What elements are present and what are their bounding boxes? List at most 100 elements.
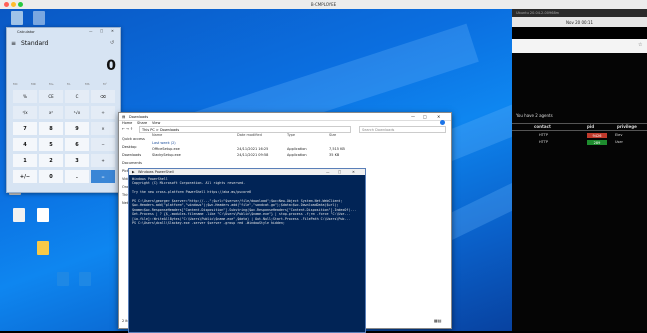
close-icon[interactable]: ✕ [111,29,114,33]
mem-subtract[interactable]: M- [67,82,71,86]
col-name[interactable]: Name [152,133,162,137]
digit-7-button[interactable]: 7 [13,122,37,135]
sqrt-button[interactable]: ²√x [65,106,89,119]
console-line: $name=$wc.ResponseHeaders["Content-Dispo… [132,207,357,212]
maximize-icon[interactable]: □ [100,29,103,33]
explorer-titlebar[interactable]: ▤ Downloads — □ ✕ [119,113,451,121]
maximize-icon[interactable]: □ [338,170,341,174]
installer-icon [79,272,91,286]
ribbon-view[interactable]: View [152,121,160,125]
paint-icon [37,241,49,255]
divider [512,130,647,131]
backspace-button[interactable]: ⌫ [91,90,115,103]
group-header[interactable]: Last week (2) [152,141,176,145]
close-icon[interactable]: ✕ [352,170,355,174]
agents-message: You have 2 agents [516,113,553,118]
agent-pid-badge[interactable]: 9426 [587,133,607,138]
file-name: OfficeSetup.exe [152,146,180,151]
digit-4-button[interactable]: 4 [13,138,37,151]
powershell-window[interactable]: ▶ Windows PowerShell — □ ✕ Windows Power… [128,168,366,333]
nav-item[interactable]: Quick access [122,137,145,141]
col-type[interactable]: Type [287,133,295,137]
calculator-titlebar[interactable]: Calculator — □ ✕ [7,28,120,36]
desktop-icon[interactable] [70,272,100,288]
col-date[interactable]: Date modified [237,133,262,137]
console-line: Try the new cross-platform PowerShell ht… [132,190,252,195]
window-title: B-CMPLOYEE [310,2,337,7]
reciprocal-button[interactable]: ¹/x [13,106,37,119]
view-toggle-icon[interactable]: ▦▤ [434,318,442,323]
datetime: Nov 20 00:11 [566,20,593,25]
nav-arrows-icon[interactable]: ← → ↑ [122,127,133,131]
nav-item[interactable]: Documents [122,161,142,165]
help-icon[interactable] [440,120,445,125]
file-date: 24/11/2021 09:58 [237,152,269,157]
digit-1-button[interactable]: 1 [13,154,37,167]
powershell-title: Windows PowerShell [138,170,174,174]
recycle-bin-icon [11,11,23,25]
maximize-icon[interactable]: □ [423,114,427,119]
c2-console [512,53,647,331]
add-button[interactable]: + [91,154,115,167]
menu-icon[interactable]: ≡ [11,40,16,47]
file-size: 35 KB [329,152,340,157]
address-bar[interactable]: This PC > Downloads [139,126,351,133]
calculator-window[interactable]: Calculator — □ ✕ ≡ Standard ↺ 0 MC MR M+… [6,27,121,193]
nav-item[interactable]: Desktop [122,145,136,149]
col-size[interactable]: Size [329,133,336,137]
digit-8-button[interactable]: 8 [39,122,63,135]
close-icon[interactable]: ✕ [437,114,440,119]
console-line: PS C:\Users\dcall\Slackey.exe -server $s… [132,221,285,225]
digit-2-button[interactable]: 2 [39,154,63,167]
negate-button[interactable]: +/− [13,170,37,183]
folder-icon: ▤ [122,114,126,119]
right-tab[interactable]: Ubuntu 20.04.2-00968m [512,9,647,17]
agent-contact: HTTP [539,140,548,144]
clear-entry-button[interactable]: CE [39,90,63,103]
agent-pid-badge[interactable]: 289 [587,140,607,145]
search-input[interactable]: Search Downloads [359,126,446,133]
square-button[interactable]: x² [39,106,63,119]
star-icon[interactable]: ☆ [638,42,642,48]
equals-button[interactable]: = [91,170,115,183]
digit-0-button[interactable]: 0 [39,170,63,183]
col-contact: contact [534,124,551,129]
digit-6-button[interactable]: 6 [65,138,89,151]
minimize-icon[interactable]: — [326,170,330,174]
file-type: Application [287,152,307,157]
console-line: $wc.Headers.add("platform","windows");$w… [132,203,339,208]
powershell-titlebar[interactable]: ▶ Windows PowerShell — □ ✕ [129,169,365,175]
mem-clear[interactable]: MC [13,82,18,86]
ribbon-share[interactable]: Share [137,121,147,125]
explorer-title: Downloads [129,114,149,119]
mem-recall[interactable]: MR [31,82,36,86]
nav-item[interactable]: Downloads [122,153,141,157]
digit-9-button[interactable]: 9 [65,122,89,135]
file-icon [37,208,49,222]
file-type: Application [287,146,307,151]
installer-icon [57,272,69,286]
mem-add[interactable]: M+ [49,82,54,86]
app-icon [33,11,45,25]
multiply-button[interactable]: × [91,122,115,135]
minimize-icon[interactable]: — [89,29,93,33]
clear-button[interactable]: C [65,90,89,103]
file-date: 24/11/2021 16:25 [237,146,269,151]
desktop-icon[interactable] [24,11,54,27]
decimal-button[interactable]: . [65,170,89,183]
mem-store[interactable]: MS [85,82,90,86]
mem-list[interactable]: M˅ [103,82,107,86]
subtract-button[interactable]: − [91,138,115,151]
divide-button[interactable]: ÷ [91,106,115,119]
browser-bar[interactable]: ☆ [512,39,647,53]
digit-3-button[interactable]: 3 [65,154,89,167]
right-panel: Ubuntu 20.04.2-00968m Nov 20 00:11 ☆ You… [512,9,647,331]
desktop-icon[interactable] [28,208,58,224]
percent-button[interactable]: % [13,90,37,103]
ribbon-home[interactable]: Home [122,121,132,125]
right-header: Nov 20 00:11 [512,17,647,27]
digit-5-button[interactable]: 5 [39,138,63,151]
minimize-icon[interactable]: — [411,114,415,119]
desktop-icon[interactable] [28,241,58,257]
history-icon[interactable]: ↺ [110,40,114,46]
